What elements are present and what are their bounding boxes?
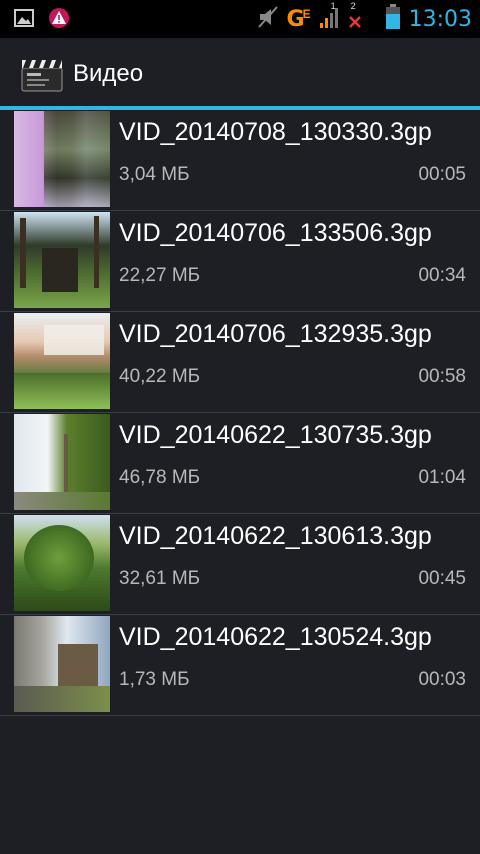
video-title: VID_20140708_130330.3gp (119, 118, 432, 146)
mute-icon (257, 5, 279, 34)
video-duration: 00:03 (418, 669, 466, 690)
warning-icon (48, 7, 70, 34)
battery-icon (385, 4, 401, 35)
video-duration: 00:34 (418, 265, 466, 286)
video-duration: 00:45 (418, 568, 466, 589)
video-title: VID_20140622_130613.3gp (119, 522, 432, 550)
video-list-item[interactable]: VID_20140708_130330.3gp 3,04 МБ 00:05 (0, 110, 480, 211)
video-thumbnail (14, 414, 110, 510)
video-list-item[interactable]: VID_20140622_130613.3gp 32,61 МБ 00:45 (0, 514, 480, 615)
clapperboard-icon[interactable] (20, 56, 64, 92)
video-thumbnail (14, 111, 110, 207)
action-bar: Видео (0, 38, 480, 110)
video-thumbnail (14, 212, 110, 308)
page-title: Видео (73, 60, 144, 87)
video-title: VID_20140706_132935.3gp (119, 320, 432, 348)
image-icon (14, 8, 34, 33)
system-icons: GE 1 2 13:03 (257, 1, 472, 35)
video-size: 40,22 МБ (119, 366, 201, 387)
video-list-item[interactable]: VID_20140622_130524.3gp 1,73 МБ 00:03 (0, 615, 480, 716)
video-size: 46,78 МБ (119, 467, 201, 488)
status-bar: GE 1 2 13:03 (0, 0, 480, 38)
video-size: 1,73 МБ (119, 669, 190, 690)
video-title: VID_20140706_133506.3gp (119, 219, 432, 247)
video-title: VID_20140622_130524.3gp (119, 623, 432, 651)
video-list-item[interactable]: VID_20140706_133506.3gp 22,27 МБ 00:34 (0, 211, 480, 312)
video-size: 3,04 МБ (119, 164, 190, 185)
video-list: VID_20140708_130330.3gp 3,04 МБ 00:05 VI… (0, 110, 480, 716)
video-list-item[interactable]: VID_20140622_130735.3gp 46,78 МБ 01:04 (0, 413, 480, 514)
signal-sim1-icon: 1 (319, 1, 339, 34)
video-thumbnail (14, 515, 110, 611)
video-size: 22,27 МБ (119, 265, 201, 286)
signal-sim2-icon: 2 (347, 1, 363, 34)
video-thumbnail (14, 313, 110, 409)
video-thumbnail (14, 616, 110, 712)
video-duration: 00:58 (418, 366, 466, 387)
video-duration: 01:04 (418, 467, 466, 488)
video-title: VID_20140622_130735.3gp (119, 421, 432, 449)
network-type: GE (286, 7, 311, 32)
video-list-item[interactable]: VID_20140706_132935.3gp 40,22 МБ 00:58 (0, 312, 480, 413)
video-duration: 00:05 (418, 164, 466, 185)
notification-icons (14, 7, 70, 34)
clock: 13:03 (408, 7, 472, 32)
video-size: 32,61 МБ (119, 568, 201, 589)
